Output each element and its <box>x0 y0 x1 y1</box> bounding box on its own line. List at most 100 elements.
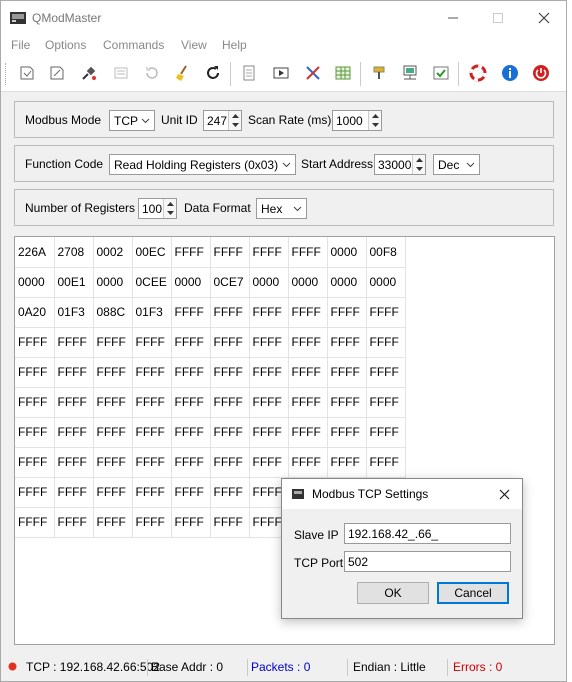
minimize-button[interactable] <box>438 7 468 29</box>
register-cell[interactable]: 0000 <box>288 267 328 298</box>
arrow-up-icon[interactable] <box>415 156 424 164</box>
register-cell[interactable]: FFFF <box>93 507 133 538</box>
modbus-mode-select[interactable]: TCP <box>109 110 155 131</box>
cancel-button[interactable]: Cancel <box>437 582 509 604</box>
register-cell[interactable]: 0CEE <box>132 267 172 298</box>
register-cell[interactable]: FFFF <box>171 357 211 388</box>
register-cell[interactable]: FFFF <box>366 387 406 418</box>
register-cell[interactable]: FFFF <box>171 327 211 358</box>
register-cell[interactable]: FFFF <box>249 417 289 448</box>
register-cell[interactable]: FFFF <box>171 477 211 508</box>
register-cell[interactable]: FFFF <box>15 387 55 418</box>
scan-button[interactable] <box>111 63 131 83</box>
register-cell[interactable]: FFFF <box>54 387 94 418</box>
register-cell[interactable]: FFFF <box>171 297 211 328</box>
scan-rate-stepper[interactable] <box>368 111 381 130</box>
register-cell[interactable]: 01F3 <box>54 297 94 328</box>
exit-button[interactable] <box>531 63 551 83</box>
maximize-button[interactable] <box>483 7 513 29</box>
register-cell[interactable]: FFFF <box>171 507 211 538</box>
register-cell[interactable]: 00EC <box>132 237 172 268</box>
register-cell[interactable]: FFFF <box>54 477 94 508</box>
register-cell[interactable]: FFFF <box>366 297 406 328</box>
connect-button[interactable] <box>17 63 37 83</box>
menu-file[interactable]: File <box>11 38 30 52</box>
address-format-select[interactable]: Dec <box>433 154 480 175</box>
register-cell[interactable]: FFFF <box>54 417 94 448</box>
register-cell[interactable]: FFFF <box>327 417 367 448</box>
register-cell[interactable]: FFFF <box>132 357 172 388</box>
table-button[interactable] <box>333 63 353 83</box>
register-cell[interactable]: FFFF <box>327 357 367 388</box>
menu-view[interactable]: View <box>181 38 207 52</box>
register-cell[interactable]: FFFF <box>15 417 55 448</box>
register-cell[interactable]: FFFF <box>327 387 367 418</box>
register-cell[interactable]: FFFF <box>288 327 328 358</box>
register-cell[interactable]: FFFF <box>249 237 289 268</box>
refresh-button[interactable] <box>203 63 223 83</box>
check-button[interactable] <box>431 63 451 83</box>
tcp-port-field[interactable]: 502 <box>344 551 511 572</box>
arrow-down-icon[interactable] <box>371 121 380 129</box>
register-cell[interactable]: FFFF <box>249 327 289 358</box>
register-cell[interactable]: FFFF <box>327 327 367 358</box>
clear-button[interactable] <box>173 63 193 83</box>
register-cell[interactable]: FFFF <box>132 417 172 448</box>
register-cell[interactable]: FFFF <box>15 447 55 478</box>
edit-button[interactable] <box>47 63 67 83</box>
register-cell[interactable]: 00E1 <box>54 267 94 298</box>
register-cell[interactable]: 0CE7 <box>210 267 250 298</box>
register-cell[interactable]: FFFF <box>93 387 133 418</box>
register-cell[interactable]: 0000 <box>93 267 133 298</box>
register-cell[interactable]: 0002 <box>93 237 133 268</box>
register-cell[interactable]: 0000 <box>249 267 289 298</box>
arrow-up-icon[interactable] <box>231 112 240 120</box>
register-cell[interactable]: FFFF <box>249 387 289 418</box>
register-cell[interactable]: FFFF <box>288 447 328 478</box>
register-cell[interactable]: FFFF <box>171 237 211 268</box>
monitor-button[interactable] <box>271 63 291 83</box>
register-cell[interactable]: FFFF <box>210 237 250 268</box>
register-cell[interactable]: FFFF <box>249 447 289 478</box>
register-cell[interactable]: FFFF <box>132 447 172 478</box>
register-cell[interactable]: 226A <box>15 237 55 268</box>
register-cell[interactable]: FFFF <box>93 477 133 508</box>
menu-help[interactable]: Help <box>222 38 247 52</box>
log-button[interactable] <box>239 63 259 83</box>
register-cell[interactable]: FFFF <box>366 417 406 448</box>
register-cell[interactable]: 088C <box>93 297 133 328</box>
arrow-down-icon[interactable] <box>166 209 175 217</box>
function-code-select[interactable]: Read Holding Registers (0x03) <box>109 154 296 175</box>
info-button[interactable] <box>500 63 520 83</box>
register-cell[interactable]: FFFF <box>210 417 250 448</box>
register-cell[interactable]: FFFF <box>171 447 211 478</box>
arrow-up-icon[interactable] <box>166 200 175 208</box>
arrow-up-icon[interactable] <box>371 112 380 120</box>
register-cell[interactable]: FFFF <box>288 387 328 418</box>
register-cell[interactable]: FFFF <box>132 507 172 538</box>
register-cell[interactable]: FFFF <box>210 387 250 418</box>
register-cell[interactable]: FFFF <box>288 357 328 388</box>
register-cell[interactable]: FFFF <box>132 327 172 358</box>
register-cell[interactable]: FFFF <box>15 327 55 358</box>
register-cell[interactable]: 0000 <box>15 267 55 298</box>
menu-options[interactable]: Options <box>45 38 86 52</box>
register-cell[interactable]: FFFF <box>54 507 94 538</box>
register-cell[interactable]: FFFF <box>366 327 406 358</box>
register-cell[interactable]: FFFF <box>210 477 250 508</box>
register-cell[interactable]: FFFF <box>171 417 211 448</box>
start-address-spinbox[interactable]: 33000 <box>374 154 426 175</box>
unit-id-spinbox[interactable]: 247 <box>203 110 242 131</box>
register-cell[interactable]: 2708 <box>54 237 94 268</box>
plug-button[interactable] <box>79 63 99 83</box>
register-cell[interactable]: 01F3 <box>132 297 172 328</box>
register-cell[interactable]: FFFF <box>327 297 367 328</box>
menu-commands[interactable]: Commands <box>103 38 164 52</box>
register-cell[interactable]: FFFF <box>132 387 172 418</box>
register-cell[interactable]: FFFF <box>288 417 328 448</box>
register-cell[interactable]: FFFF <box>93 447 133 478</box>
register-cell[interactable]: FFFF <box>54 357 94 388</box>
unit-id-stepper[interactable] <box>228 111 241 130</box>
register-cell[interactable]: FFFF <box>210 447 250 478</box>
toolbar-grip[interactable] <box>5 63 8 85</box>
